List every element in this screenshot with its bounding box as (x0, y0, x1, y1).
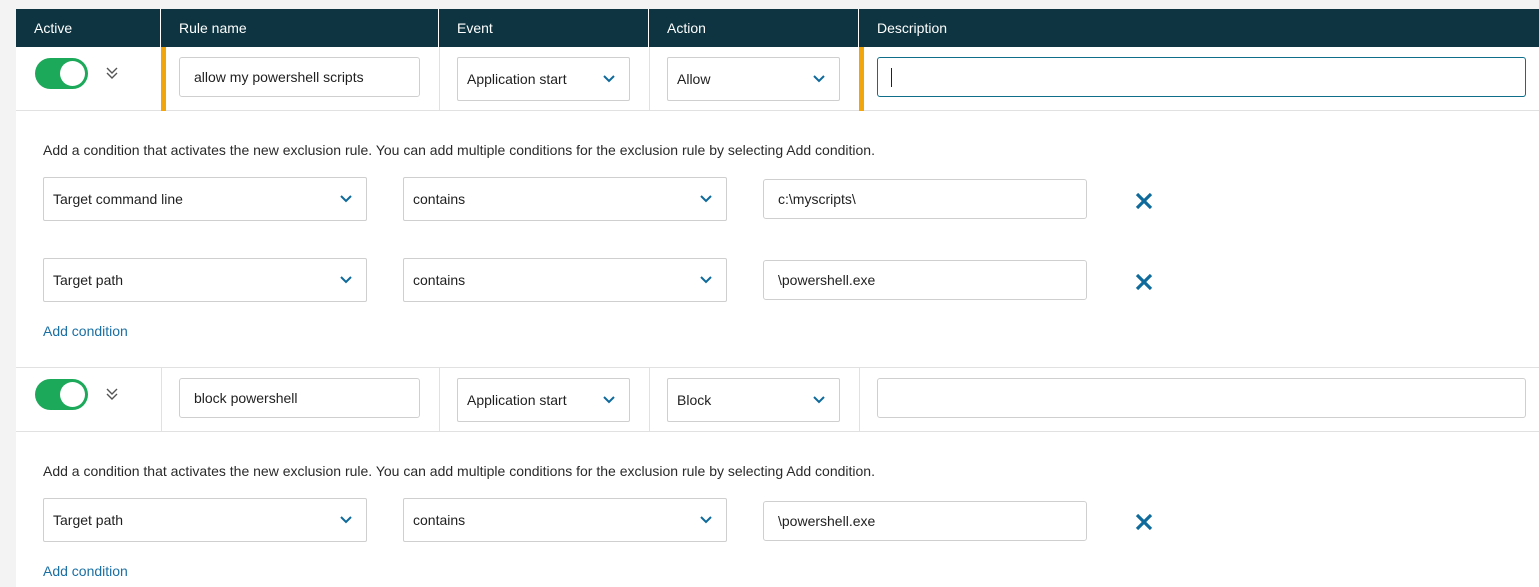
action-select-value: Block (677, 392, 712, 408)
condition-field-select[interactable]: Target command line (43, 177, 367, 221)
action-select[interactable]: Allow (667, 57, 840, 101)
condition-field-select[interactable]: Target path (43, 498, 367, 542)
event-select[interactable]: Application start (457, 378, 630, 422)
modified-indicator (859, 47, 864, 111)
condition-operator-select[interactable]: contains (403, 177, 727, 221)
exclusion-rules-panel: Active Rule name Event Action Descriptio… (16, 9, 1539, 587)
condition-field-select[interactable]: Target path (43, 258, 367, 302)
rule-name-input[interactable]: block powershell (179, 378, 420, 418)
condition-value-input[interactable]: \powershell.exe (763, 260, 1087, 300)
condition-field-value: Target command line (53, 191, 183, 207)
condition-operator-value: contains (413, 272, 466, 288)
condition-hint: Add a condition that activates the new e… (43, 142, 875, 158)
event-select-value: Application start (467, 71, 567, 87)
chevron-down-icon (700, 195, 712, 203)
chevron-down-icon (340, 276, 352, 284)
condition-field-value: Target path (53, 512, 124, 528)
chevron-down-icon (603, 75, 615, 83)
header-description: Description (877, 20, 948, 36)
chevron-down-icon (813, 396, 825, 404)
chevron-down-icon (603, 396, 615, 404)
rule-row: allow my powershell scripts Application … (16, 47, 1539, 111)
event-select[interactable]: Application start (457, 57, 630, 101)
condition-operator-value: contains (413, 191, 466, 207)
action-select[interactable]: Block (667, 378, 840, 422)
condition-hint: Add a condition that activates the new e… (43, 463, 875, 479)
rule-row: block powershell Application start Block (16, 368, 1539, 432)
action-select-value: Allow (677, 71, 711, 87)
table-header: Active Rule name Event Action Descriptio… (16, 9, 1539, 47)
condition-operator-value: contains (413, 512, 466, 528)
chevron-down-icon (340, 195, 352, 203)
add-condition-link[interactable]: Add condition (43, 323, 128, 339)
double-chevron-down-icon[interactable] (104, 65, 120, 81)
condition-operator-select[interactable]: contains (403, 498, 727, 542)
close-icon[interactable] (1133, 271, 1155, 293)
close-icon[interactable] (1133, 511, 1155, 533)
text-caret (891, 68, 892, 87)
condition-value-input[interactable]: c:\myscripts\ (763, 179, 1087, 219)
header-active: Active (16, 9, 161, 47)
double-chevron-down-icon[interactable] (104, 386, 120, 402)
chevron-down-icon (700, 276, 712, 284)
condition-value-input[interactable]: \powershell.exe (763, 501, 1087, 541)
chevron-down-icon (813, 75, 825, 83)
chevron-down-icon (700, 516, 712, 524)
active-toggle[interactable] (35, 58, 88, 89)
active-toggle[interactable] (35, 379, 88, 410)
event-select-value: Application start (467, 392, 567, 408)
header-action: Action (649, 9, 859, 47)
modified-indicator (161, 47, 166, 111)
condition-field-value: Target path (53, 272, 124, 288)
header-rule-name: Rule name (161, 9, 439, 47)
close-icon[interactable] (1133, 190, 1155, 212)
description-input[interactable] (877, 378, 1526, 418)
rule-name-input[interactable]: allow my powershell scripts (179, 57, 420, 97)
add-condition-link[interactable]: Add condition (43, 563, 128, 579)
chevron-down-icon (340, 516, 352, 524)
header-event: Event (439, 9, 649, 47)
description-input[interactable] (877, 57, 1526, 97)
condition-operator-select[interactable]: contains (403, 258, 727, 302)
